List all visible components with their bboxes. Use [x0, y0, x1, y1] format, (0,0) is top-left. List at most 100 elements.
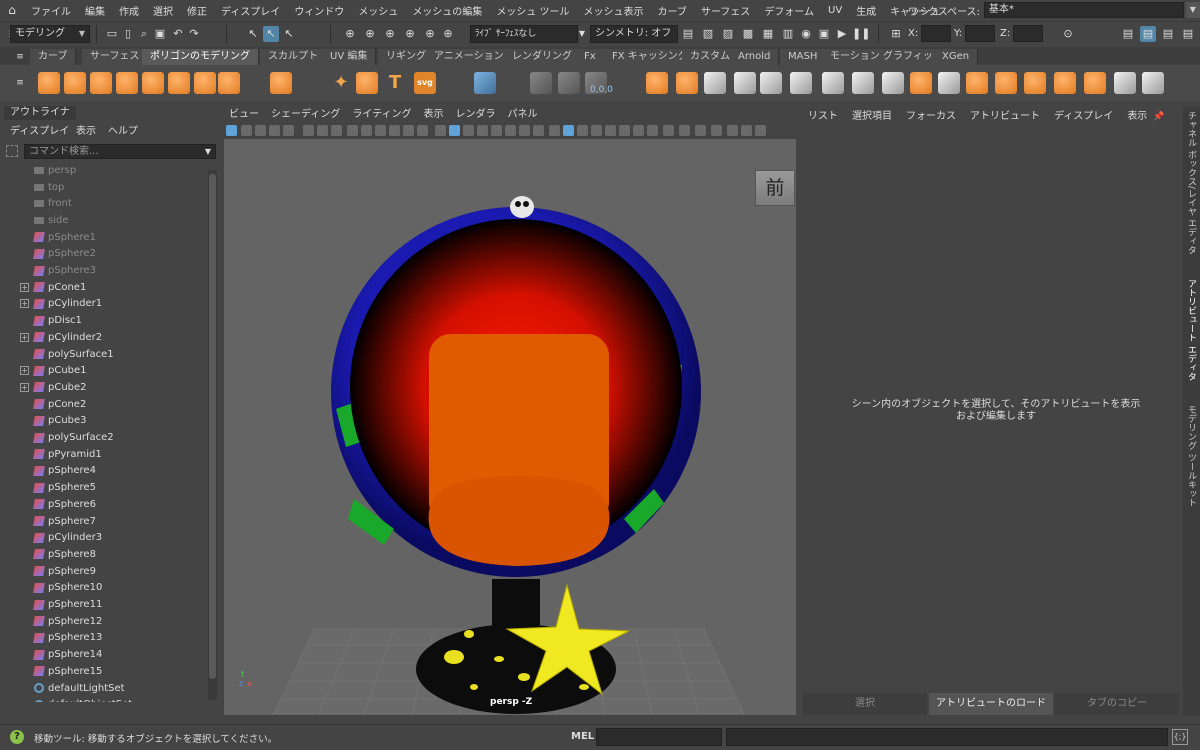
workspace-dropdown-arrow-icon[interactable]: ▼: [1185, 2, 1200, 18]
z-input[interactable]: [1013, 25, 1044, 42]
menu-0[interactable]: ファイル: [24, 3, 78, 18]
viewport-tool-5-icon[interactable]: [303, 125, 314, 136]
viewport-tool-20-icon[interactable]: [519, 125, 530, 136]
shelf-tab-11[interactable]: Arnold: [730, 49, 780, 65]
expand-icon[interactable]: +: [20, 382, 29, 392]
tab-channel-box[interactable]: チャネル ボックス/レイヤ エディタ: [1185, 111, 1198, 271]
attr-menu-display[interactable]: ディスプレイ: [1047, 107, 1120, 127]
shelf-options-icon[interactable]: ≡: [12, 75, 28, 91]
attr-menu-attributes[interactable]: アトリビュート: [963, 107, 1047, 127]
outliner-tab[interactable]: アウトライナ: [4, 106, 76, 120]
arnold-ipr-icon[interactable]: ▣: [816, 26, 832, 42]
attr-menu-list[interactable]: リスト: [801, 107, 845, 127]
chevron-down-icon[interactable]: ▼: [574, 26, 590, 42]
snap-grid-icon[interactable]: ⊕: [342, 26, 358, 42]
y-input[interactable]: [965, 25, 996, 42]
hypershade-icon[interactable]: ▦: [760, 26, 776, 42]
type-icon[interactable]: T: [384, 72, 406, 94]
outliner-item[interactable]: + pCube2: [0, 379, 208, 396]
viewport-tool-25-icon[interactable]: [591, 125, 602, 136]
filter-icon[interactable]: [6, 145, 18, 157]
tab-modeling-toolkit[interactable]: モデリング ツールキット: [1185, 405, 1198, 535]
outliner-scrollbar-thumb[interactable]: [209, 174, 216, 679]
shelf-tab-12[interactable]: MASH: [780, 49, 827, 65]
viewport-menu-panels[interactable]: パネル: [502, 107, 544, 123]
outliner-item[interactable]: pSphere3: [0, 262, 208, 279]
expand-icon[interactable]: +: [20, 299, 29, 309]
viewport-tool-7-icon[interactable]: [331, 125, 342, 136]
viewport-tool-0-icon[interactable]: [226, 125, 237, 136]
menu-5[interactable]: ディスプレイ: [214, 3, 287, 18]
layout-channel-box-icon[interactable]: ▤: [1180, 26, 1196, 42]
viewport-tool-9-icon[interactable]: [361, 125, 372, 136]
expand-icon[interactable]: +: [20, 332, 29, 342]
render-current-icon[interactable]: ▧: [700, 26, 716, 42]
snap-point-icon[interactable]: ⊕: [382, 26, 398, 42]
transform-icon[interactable]: ⊞: [888, 26, 904, 42]
menu-2[interactable]: 作成: [112, 3, 146, 18]
viewport-tool-27-icon[interactable]: [619, 125, 630, 136]
outliner-item[interactable]: pSphere1: [0, 229, 208, 246]
outliner-item[interactable]: + pCylinder1: [0, 296, 208, 313]
helix-icon[interactable]: [356, 72, 378, 94]
superellipse-icon[interactable]: [270, 72, 292, 94]
folder-icon[interactable]: ▭: [104, 26, 120, 42]
outliner-item[interactable]: pCone2: [0, 396, 208, 413]
viewport-menu-lighting[interactable]: ライティング: [346, 107, 417, 123]
render-settings-icon[interactable]: ▩: [740, 26, 756, 42]
menu-9[interactable]: メッシュ ツール: [489, 3, 576, 18]
bridge-icon[interactable]: [790, 72, 812, 94]
outliner-menu-display[interactable]: ディスプレイ: [10, 122, 69, 137]
outliner-item[interactable]: pSphere7: [0, 513, 208, 530]
shelf-tab-0[interactable]: カーブ: [30, 49, 77, 65]
menu-12[interactable]: サーフェス: [694, 3, 757, 18]
outliner-item[interactable]: defaultLightSet: [0, 680, 208, 697]
viewport-tool-13-icon[interactable]: [417, 125, 428, 136]
freeze-transform-icon[interactable]: [558, 72, 580, 94]
menu-set-dropdown[interactable]: モデリング ▼: [10, 25, 90, 43]
viewport-tool-31-icon[interactable]: [679, 125, 690, 136]
menu-7[interactable]: メッシュ: [351, 3, 405, 18]
live-surface-field[interactable]: ﾗｲﾌﾞ ｻｰﾌｪｽなし: [470, 25, 578, 43]
viewport-tool-3-icon[interactable]: [269, 125, 280, 136]
viewport-menu-renderer[interactable]: レンダラ: [450, 107, 502, 123]
lasso-tool-icon[interactable]: ↖: [263, 26, 279, 42]
cylinder-icon[interactable]: [90, 72, 112, 94]
outliner-menu-show[interactable]: 表示: [76, 122, 96, 137]
viewcube-front[interactable]: 前: [755, 170, 795, 206]
shelf-menu-icon[interactable]: ≡: [12, 49, 28, 65]
sign-in-icon[interactable]: ⊙: [1060, 26, 1076, 42]
outliner-item[interactable]: persp: [0, 162, 208, 179]
expand-icon[interactable]: +: [20, 282, 29, 292]
expand-icon[interactable]: +: [20, 366, 29, 376]
outliner-item[interactable]: pSphere9: [0, 563, 208, 580]
chevron-down-icon[interactable]: ▼: [200, 144, 216, 160]
paint-select-icon[interactable]: ↖: [281, 26, 297, 42]
bevel-icon[interactable]: [760, 72, 782, 94]
tab-attribute-editor[interactable]: アトリビュート エディタ: [1185, 279, 1198, 397]
outliner-item[interactable]: pSphere6: [0, 496, 208, 513]
outliner-item[interactable]: polySurface1: [0, 346, 208, 363]
outliner-scrollbar[interactable]: [208, 170, 217, 700]
snap-curve-icon[interactable]: ⊕: [362, 26, 378, 42]
viewport-tool-30-icon[interactable]: [663, 125, 674, 136]
3d-viewport[interactable]: [224, 139, 796, 715]
torus-icon[interactable]: [142, 72, 164, 94]
shelf-tab-14[interactable]: XGen: [934, 49, 979, 65]
symmetry-dropdown[interactable]: シンメトリ: オフ: [590, 25, 678, 43]
center-pivot-icon[interactable]: [530, 72, 552, 94]
poke-icon[interactable]: [1054, 72, 1076, 94]
menu-10[interactable]: メッシュ表示: [577, 3, 651, 18]
attr-menu-show[interactable]: 表示: [1120, 107, 1154, 127]
viewport-tool-16-icon[interactable]: [463, 125, 474, 136]
pin-icon[interactable]: 📌: [1151, 109, 1167, 125]
viewport-tool-1-icon[interactable]: [241, 125, 252, 136]
cube-icon[interactable]: [64, 72, 86, 94]
viewport-tool-35-icon[interactable]: [741, 125, 752, 136]
mirror-icon[interactable]: [938, 72, 960, 94]
menu-14[interactable]: UV: [821, 5, 849, 16]
menu-6[interactable]: ウィンドウ: [287, 3, 351, 18]
sphere-icon[interactable]: [38, 72, 60, 94]
viewport-tool-28-icon[interactable]: [633, 125, 644, 136]
cut-icon[interactable]: [1142, 72, 1164, 94]
